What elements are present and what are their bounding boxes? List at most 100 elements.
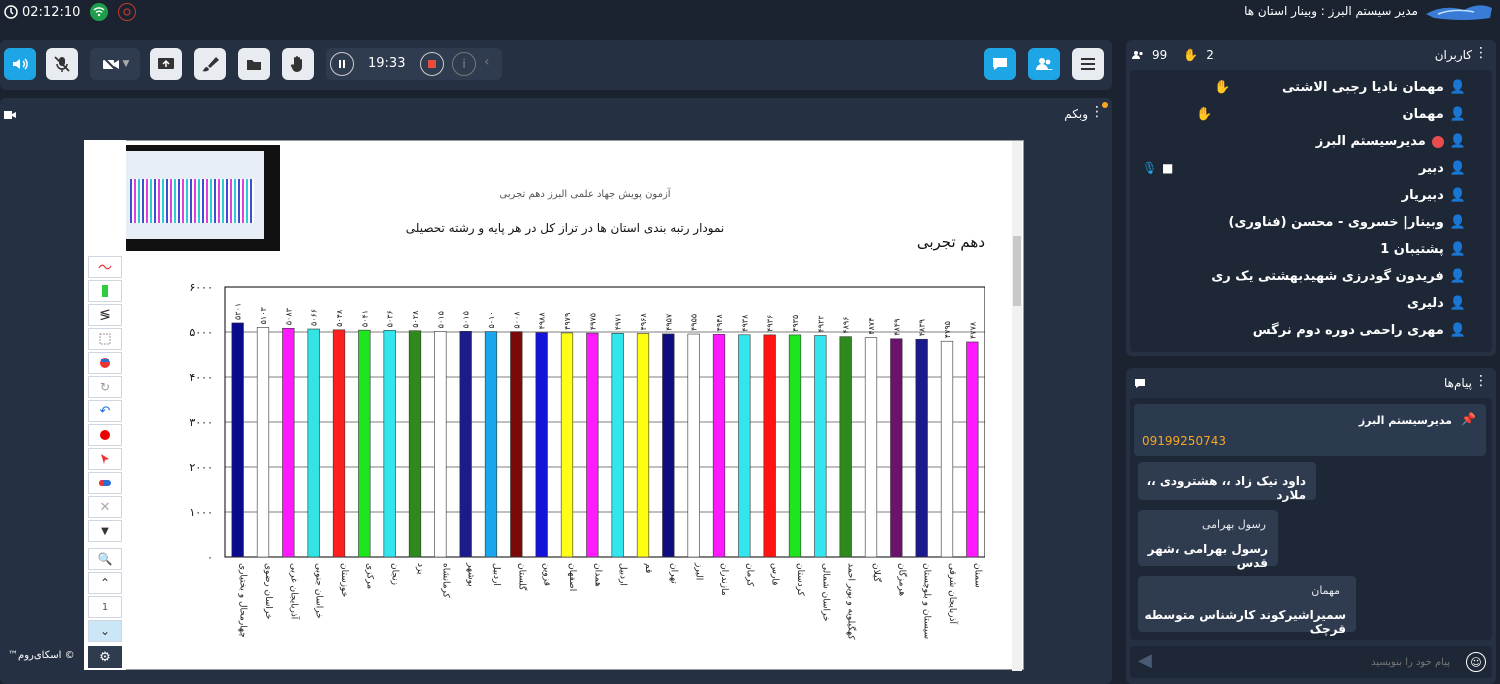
skyroom-logo: [1426, 5, 1492, 20]
prev-page-button[interactable]: ⌃: [88, 572, 122, 594]
select-tool[interactable]: [88, 328, 122, 350]
messages-title: پیام‌ها: [1443, 376, 1472, 390]
category-label: سیستان و بلوچستان: [922, 563, 932, 639]
raise-hand-button[interactable]: [282, 48, 314, 80]
user-row[interactable]: 👤 فریدون گودرزی شهیدبهشتی یک ری: [1211, 269, 1466, 284]
category-label: خراسان جنوبی: [314, 563, 324, 619]
data-label: ۴۹۲۲: [816, 315, 825, 332]
chat-toggle-button[interactable]: [984, 48, 1016, 80]
user-row[interactable]: 👤 مهمان نادیا رجبی الاشتی: [1282, 80, 1466, 95]
info-button[interactable]: i: [452, 52, 476, 76]
screen-share-icon: [158, 58, 174, 69]
zoom-button[interactable]: 🔍: [88, 548, 122, 570]
thumbnail-slide-preview: [112, 151, 264, 239]
data-label: ۴۹۸۸: [538, 312, 547, 330]
caret-down-icon: ▼: [101, 525, 109, 537]
user-row[interactable]: 👤 مدیرسیستم البرز: [1316, 134, 1466, 149]
message-bubble[interactable]: مهمان سمیراشیرکوند کارشناس متوسطه قرچک: [1138, 576, 1356, 636]
message-input[interactable]: [1170, 650, 1450, 674]
room-title: مدیر سیستم البرز : وبینار استان ها: [1244, 4, 1418, 18]
speaker-button[interactable]: [4, 48, 36, 80]
files-button[interactable]: [238, 48, 270, 80]
bar: [636, 333, 650, 558]
data-label: ۵۰۸۳: [284, 307, 293, 325]
users-count-icon: [1132, 51, 1143, 59]
users-more-icon[interactable]: ⋮: [1474, 45, 1488, 61]
close-tool[interactable]: ✕: [88, 496, 122, 518]
clear-icon: [99, 480, 111, 486]
bar: [687, 333, 700, 558]
user-icon: 👤: [1449, 188, 1466, 203]
message-composer: ◀ ☺: [1130, 646, 1492, 678]
emoji-button[interactable]: ☺: [1466, 652, 1486, 672]
whiteboard-button[interactable]: [194, 48, 226, 80]
slide-scrollbar[interactable]: [1012, 141, 1022, 671]
user-row[interactable]: 👤 مهمان: [1402, 107, 1466, 122]
hand-count-icon: ✋: [1183, 48, 1199, 62]
redo-button[interactable]: ↻: [88, 376, 122, 398]
highlighter-tool[interactable]: [88, 280, 122, 302]
users-toggle-button[interactable]: [1028, 48, 1060, 80]
pause-button[interactable]: [330, 52, 354, 76]
pinned-text: 09199250743: [1142, 434, 1226, 448]
eraser-tool[interactable]: [88, 352, 122, 374]
bar: [712, 334, 726, 558]
user-icon: 👤: [1449, 296, 1466, 311]
data-label: ۴۹۴۸: [715, 313, 724, 331]
screen-share-button[interactable]: [150, 48, 182, 80]
category-label: آذربایجان غربی: [288, 563, 300, 620]
message-bubble[interactable]: رسول بهرامی رسول بهرامی ،شهر قدس: [1138, 510, 1278, 570]
user-row[interactable]: 👤 وبینار| خسروی - محسن (فناوری): [1229, 215, 1466, 230]
stop-record-button[interactable]: [420, 52, 444, 76]
user-row[interactable]: 👤 دبیریار: [1402, 188, 1466, 203]
messages-more-icon[interactable]: ⋮: [1474, 373, 1488, 389]
ranking-chart: ۶۰۰۰ ۵۰۰۰ ۴۰۰۰ ۳۰۰۰ ۲۰۰۰ ۱۰۰۰ ۰ ۵۲۰۱ چهارمحال و …: [189, 281, 985, 640]
data-label: ۴۹۷۱: [614, 313, 623, 330]
category-label: گیلان: [871, 563, 883, 583]
bar: [662, 333, 675, 558]
data-label: ۵۰۱۵: [462, 311, 471, 328]
page-number[interactable]: 1: [88, 596, 122, 618]
camera-button[interactable]: ▼: [90, 48, 140, 80]
y-tick-label: ۶۰۰۰: [189, 281, 213, 294]
slide-title: نمودار رتبه بندی استان ها در تراز کل در …: [405, 221, 725, 235]
bar: [814, 335, 827, 558]
microphone-button[interactable]: [46, 48, 78, 80]
data-label: ۵۰۱۵: [436, 311, 445, 328]
record-status-icon[interactable]: [118, 3, 137, 21]
category-label: سمنان: [972, 563, 982, 588]
menu-button[interactable]: [1072, 48, 1104, 80]
next-page-button[interactable]: ⌄: [88, 620, 122, 642]
chevron-left-icon[interactable]: ‹: [484, 54, 490, 70]
category-label: بوشهر: [466, 562, 476, 587]
pointer-tool[interactable]: [88, 448, 122, 470]
category-label: تهران: [668, 563, 678, 584]
data-label: ۵۰۱۰: [487, 311, 496, 328]
bar: [611, 333, 624, 558]
settings-button[interactable]: ⚙: [88, 646, 122, 668]
collapse-tools-button[interactable]: ≶: [88, 304, 122, 326]
more-tools-button[interactable]: ▼: [88, 520, 122, 542]
user-row[interactable]: 👤 پشتیبان 1: [1380, 242, 1466, 257]
user-row[interactable]: 👤 دلیری: [1407, 296, 1466, 311]
pen-tool[interactable]: [88, 256, 122, 278]
bar: [940, 340, 954, 558]
color-picker[interactable]: [88, 424, 122, 446]
undo-button[interactable]: ↶: [88, 400, 122, 422]
users-list: 👤 مهمان نادیا رجبی الاشتی ✋ 👤 مهمان ✋ 👤 مدی…: [1130, 70, 1492, 352]
hand-icon: [290, 56, 302, 72]
user-row[interactable]: 👤 دبیر: [1419, 161, 1466, 176]
data-label: ۵۰۴۸: [335, 309, 344, 327]
send-icon[interactable]: ◀: [1138, 650, 1152, 671]
user-icon: 👤: [1449, 323, 1466, 338]
page-number-value: 1: [101, 601, 109, 613]
smiley-icon: ☺: [1470, 655, 1482, 669]
message-bubble[interactable]: داود نیک زاد ،، هشترودی ،، ملارد: [1138, 462, 1316, 502]
data-label: ۴۷۹۵: [943, 321, 952, 338]
bar: [231, 322, 244, 558]
pinned-message[interactable]: 📌 مدیرسیستم البرز 09199250743: [1134, 404, 1486, 456]
raised-hand-icon: ✋: [1196, 107, 1213, 122]
bar: [510, 331, 523, 558]
clear-tool[interactable]: [88, 472, 122, 494]
user-row[interactable]: 👤 مهری راحمی دوره دوم نرگس: [1253, 323, 1466, 338]
